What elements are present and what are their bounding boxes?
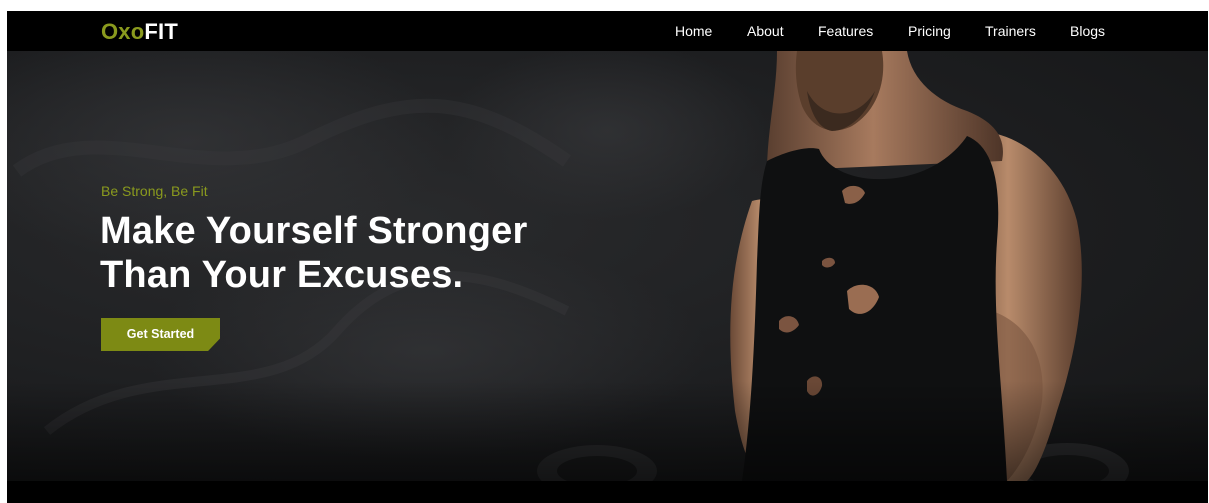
- hero-section: Be Strong, Be Fit Make Yourself Stronger…: [7, 51, 1208, 481]
- logo-prefix: Oxo: [101, 19, 145, 44]
- nav-link-pricing[interactable]: Pricing: [908, 23, 951, 39]
- page-frame: OxoFIT Home About Features Pricing Train…: [7, 11, 1208, 503]
- hero-headline: Make Yourself Stronger Than Your Excuses…: [100, 209, 527, 297]
- hero-headline-line-1: Make Yourself Stronger: [100, 210, 528, 252]
- logo[interactable]: OxoFIT: [101, 19, 178, 45]
- nav-link-trainers[interactable]: Trainers: [985, 23, 1036, 39]
- nav-link-about[interactable]: About: [747, 23, 784, 39]
- logo-suffix: FIT: [144, 19, 178, 44]
- nav-link-blogs[interactable]: Blogs: [1070, 23, 1105, 39]
- hero-bottom-bar: [7, 481, 1208, 503]
- nav-link-home[interactable]: Home: [675, 23, 712, 39]
- nav-link-features[interactable]: Features: [818, 23, 873, 39]
- hero-headline-line-2: Than Your Excuses.: [100, 254, 464, 296]
- navbar: OxoFIT Home About Features Pricing Train…: [7, 11, 1208, 51]
- hero-tagline: Be Strong, Be Fit: [101, 183, 208, 199]
- get-started-button[interactable]: Get Started: [101, 318, 220, 351]
